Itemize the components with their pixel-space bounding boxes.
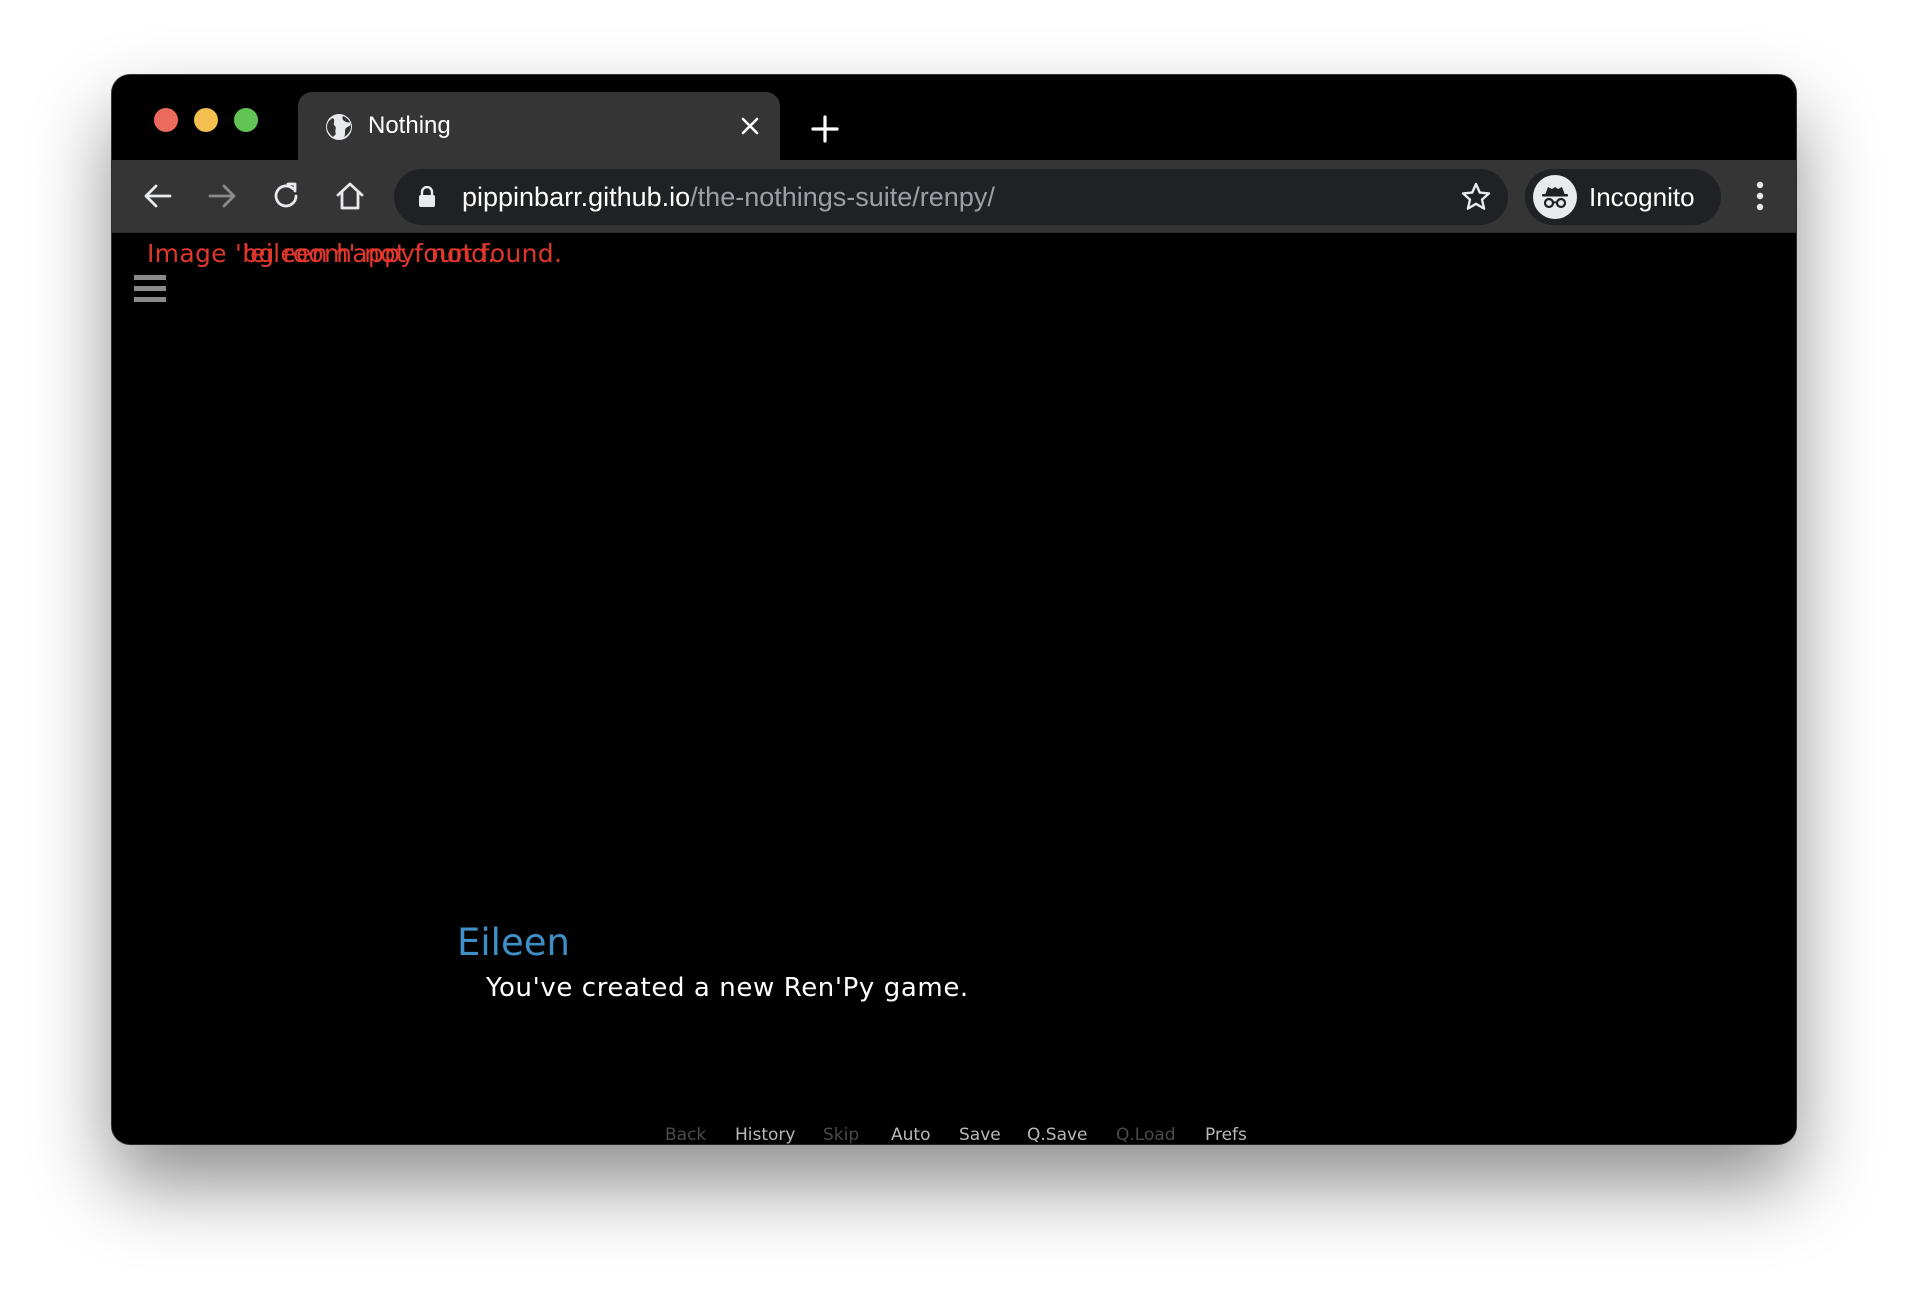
tab-nothing[interactable]: Nothing: [298, 92, 780, 160]
dialogue-text[interactable]: You've created a new Ren'Py game.: [486, 973, 969, 1003]
incognito-profile-button[interactable]: Incognito: [1525, 169, 1721, 225]
kebab-menu-icon[interactable]: [1752, 178, 1768, 214]
close-window-button[interactable]: [154, 108, 178, 132]
quick-menu-auto[interactable]: Auto: [891, 1125, 930, 1144]
incognito-label: Incognito: [1589, 182, 1695, 212]
quick-menu: Back History Skip Auto Save Q.Save Q.Loa…: [112, 1125, 1796, 1144]
quick-menu-save[interactable]: Save: [959, 1125, 1001, 1144]
lock-icon[interactable]: [418, 185, 436, 213]
reload-icon[interactable]: [268, 178, 304, 214]
address-bar[interactable]: pippinbarr.github.io/the-nothings-suite/…: [394, 169, 1508, 225]
tab-title: Nothing: [368, 112, 451, 139]
back-arrow-icon[interactable]: [140, 178, 176, 214]
browser-toolbar: pippinbarr.github.io/the-nothings-suite/…: [112, 160, 1796, 233]
quick-menu-back[interactable]: Back: [665, 1125, 706, 1144]
incognito-icon: [1533, 175, 1577, 219]
forward-arrow-icon[interactable]: [204, 178, 240, 214]
game-viewport[interactable]: Image 'bg room' not found. 'eileen happy…: [112, 233, 1796, 1144]
url-text: pippinbarr.github.io/the-nothings-suite/…: [462, 169, 995, 225]
minimize-window-button[interactable]: [194, 108, 218, 132]
hamburger-menu-icon[interactable]: [134, 275, 166, 311]
title-bar: Nothing: [112, 75, 1796, 160]
close-icon[interactable]: [738, 114, 762, 138]
quick-menu-qsave[interactable]: Q.Save: [1027, 1125, 1088, 1144]
new-tab-icon[interactable]: [807, 111, 843, 147]
home-icon[interactable]: [332, 178, 368, 214]
globe-icon: [324, 112, 354, 142]
quick-menu-qload[interactable]: Q.Load: [1116, 1125, 1176, 1144]
star-icon[interactable]: [1460, 181, 1492, 213]
browser-window: Nothing pippinbarr.github.io/the-nothing…: [112, 75, 1796, 1144]
url-path: /the-nothings-suite/renpy/: [690, 182, 995, 212]
quick-menu-skip[interactable]: Skip: [823, 1125, 859, 1144]
image-not-found-error-overlay: 'eileen happy' not found.: [243, 239, 563, 268]
speaker-name: Eileen: [457, 921, 570, 964]
zoom-window-button[interactable]: [234, 108, 258, 132]
quick-menu-history[interactable]: History: [735, 1125, 795, 1144]
url-host: pippinbarr.github.io: [462, 182, 691, 212]
quick-menu-prefs[interactable]: Prefs: [1205, 1125, 1247, 1144]
